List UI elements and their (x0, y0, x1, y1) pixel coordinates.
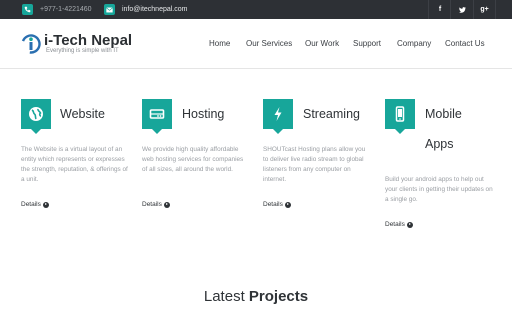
server-icon (142, 99, 172, 134)
service-desc-streaming: SHOUTcast Hosting plans allow you to del… (263, 146, 366, 183)
site-brand[interactable]: i-Tech Nepal (44, 32, 132, 49)
service-title-apps: Apps (425, 137, 454, 151)
details-link-hosting[interactable]: Details (142, 201, 170, 208)
nav-our-work[interactable]: Our Work (305, 39, 339, 48)
details-link-streaming[interactable]: Details (263, 201, 291, 208)
details-link-mobile-apps[interactable]: Details (385, 221, 413, 228)
logo-icon[interactable] (20, 34, 42, 54)
service-title-hosting: Hosting (182, 107, 225, 121)
facebook-icon[interactable]: f (428, 0, 451, 19)
details-label[interactable]: Details (385, 221, 405, 228)
phone-contact: +977-1-4221460 (22, 3, 92, 16)
arrow-right-icon (163, 201, 170, 208)
arrow-right-icon (284, 201, 291, 208)
top-bar: +977-1-4221460 info@itechnepal.com f g+ (0, 0, 512, 19)
details-label[interactable]: Details (263, 201, 283, 208)
service-desc-website: The Website is a virtual layout of an en… (21, 146, 128, 183)
nav-home[interactable]: Home (209, 39, 230, 48)
service-title-mobile: Mobile (425, 107, 462, 121)
details-label[interactable]: Details (21, 201, 41, 208)
arrow-right-icon (42, 201, 49, 208)
globe-icon (21, 99, 51, 134)
details-link-website[interactable]: Details (21, 201, 49, 208)
envelope-icon (104, 4, 115, 15)
service-title-website: Website (60, 107, 105, 121)
service-desc-mobile-apps: Build your android apps to help out your… (385, 176, 493, 203)
nav-contact-us[interactable]: Contact Us (445, 39, 485, 48)
google-plus-icon[interactable]: g+ (473, 0, 496, 19)
email-contact[interactable]: info@itechnepal.com (104, 3, 187, 16)
site-header: i-Tech Nepal Everything is simple with I… (0, 19, 512, 69)
email-address[interactable]: info@itechnepal.com (122, 6, 187, 13)
nav-company[interactable]: Company (397, 39, 431, 48)
latest-projects-heading: Latest Projects (0, 288, 512, 305)
site-tagline: Everything is simple with IT (46, 48, 119, 54)
phone-icon (22, 4, 33, 15)
mobile-icon (385, 99, 415, 134)
details-label[interactable]: Details (142, 201, 162, 208)
service-desc-hosting: We provide high quality affordable web h… (142, 146, 244, 173)
heading-bold: Projects (248, 288, 309, 305)
twitter-icon[interactable] (450, 0, 473, 19)
service-title-streaming: Streaming (303, 107, 360, 121)
lightning-icon (263, 99, 293, 134)
phone-number: +977-1-4221460 (40, 6, 92, 13)
arrow-right-icon (406, 221, 413, 228)
nav-our-services[interactable]: Our Services (246, 39, 292, 48)
nav-support[interactable]: Support (353, 39, 381, 48)
heading-light: Latest (203, 288, 249, 305)
